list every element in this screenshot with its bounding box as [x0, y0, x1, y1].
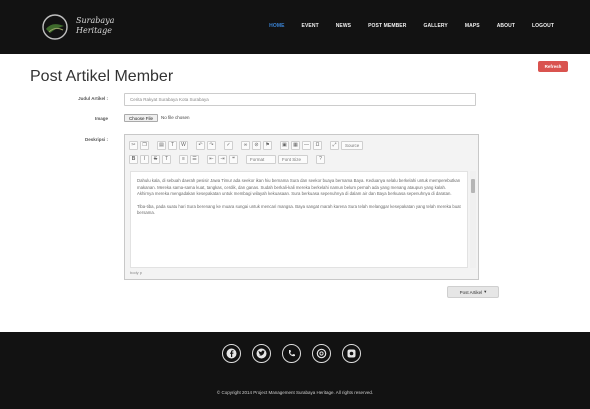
brand-line1: Surabaya [76, 16, 115, 25]
instagram-icon[interactable] [342, 344, 361, 363]
nav-news[interactable]: NEWS [336, 23, 351, 29]
post-artikel-button[interactable]: Post Artikel ▾ [447, 286, 499, 298]
editor-element-path: body p [130, 270, 143, 275]
brand-text: Surabaya Heritage [76, 16, 114, 36]
remove-format-icon[interactable]: T [162, 155, 171, 164]
choose-file-button[interactable]: Choose File [124, 114, 158, 122]
brand-line2: Heritage [76, 26, 112, 35]
italic-icon[interactable]: I [140, 155, 149, 164]
unlink-icon[interactable]: ⊘ [252, 141, 261, 150]
editor-content-area[interactable]: Dahulu kala, di sebuah daerah pesisir Ja… [130, 171, 468, 268]
top-navbar: Surabaya Heritage HOME EVENT NEWS POST M… [0, 0, 590, 54]
editor-scrollbar-thumb[interactable] [471, 179, 475, 193]
file-status: No file chosen [161, 115, 190, 120]
special-char-icon[interactable]: Ω [313, 141, 322, 150]
copy-icon[interactable]: ❐ [140, 141, 149, 150]
brand-logo[interactable]: Surabaya Heritage [40, 12, 150, 44]
nav-gallery[interactable]: GALLERY [423, 23, 447, 29]
twitter-icon[interactable] [252, 344, 271, 363]
post-artikel-label: Post Artikel [459, 289, 483, 295]
facebook-icon[interactable] [222, 344, 241, 363]
deskripsi-label: Deskripsi : [84, 137, 108, 142]
image-icon[interactable]: ▣ [280, 141, 289, 150]
copyright-text: © Copyright 2014 Project Management Sura… [216, 390, 374, 395]
format-select[interactable]: Format [246, 155, 276, 164]
indent-icon[interactable]: ⇥ [218, 155, 227, 164]
image-label: Image [94, 116, 108, 121]
editor-paragraph: Tiba-tiba, pada suatu hari Sura berenang… [137, 203, 461, 216]
rich-text-editor: ✂ ❐ ▤ T W ↶ ↷ ✓ ∞ ⊘ ⚑ ▣ ▦ — Ω ⤢ Source B… [124, 134, 479, 280]
maximize-icon[interactable]: ⤢ [330, 141, 339, 150]
cut-icon[interactable]: ✂ [129, 141, 138, 150]
nav-post-member[interactable]: POST MEMBER [368, 23, 406, 29]
logo-emblem-icon [42, 14, 68, 40]
footer: © Copyright 2014 Project Management Sura… [0, 332, 590, 409]
help-icon[interactable]: ? [316, 155, 325, 164]
source-button[interactable]: Source [341, 141, 364, 150]
nav-maps[interactable]: MAPS [465, 23, 480, 29]
anchor-icon[interactable]: ⚑ [263, 141, 272, 150]
outdent-icon[interactable]: ⇤ [207, 155, 216, 164]
main-nav: HOME EVENT NEWS POST MEMBER GALLERY MAPS… [269, 23, 554, 29]
refresh-button[interactable]: Refresh [538, 61, 568, 72]
blockquote-icon[interactable]: ❝ [229, 155, 238, 164]
paste-text-icon[interactable]: T [168, 141, 177, 150]
spellcheck-icon[interactable]: ✓ [224, 141, 233, 150]
strike-icon[interactable]: S [151, 155, 160, 164]
email-icon[interactable] [312, 344, 331, 363]
caret-down-icon: ▾ [484, 289, 487, 294]
paste-word-icon[interactable]: W [179, 141, 188, 150]
table-icon[interactable]: ▦ [291, 141, 300, 150]
redo-icon[interactable]: ↷ [207, 141, 216, 150]
bold-icon[interactable]: B [129, 155, 138, 164]
editor-toolbar-row-2: B I S T ≡ ☰ ⇤ ⇥ ❝ Format Font Size ? [129, 154, 325, 165]
nav-logout[interactable]: LOGOUT [532, 23, 554, 29]
judul-input[interactable]: Cerita Rakyat Surabaya Kota Surabaya [124, 93, 476, 106]
font-size-select[interactable]: Font Size [278, 155, 308, 164]
nav-event[interactable]: EVENT [302, 23, 319, 29]
undo-icon[interactable]: ↶ [196, 141, 205, 150]
nav-about[interactable]: ABOUT [497, 23, 515, 29]
numbered-list-icon[interactable]: ≡ [179, 155, 188, 164]
social-links [222, 344, 361, 363]
editor-scrollbar[interactable] [470, 171, 476, 268]
editor-toolbar-row-1: ✂ ❐ ▤ T W ↶ ↷ ✓ ∞ ⊘ ⚑ ▣ ▦ — Ω ⤢ Source [129, 140, 364, 151]
nav-home[interactable]: HOME [269, 23, 284, 29]
link-icon[interactable]: ∞ [241, 141, 250, 150]
paste-icon[interactable]: ▤ [157, 141, 166, 150]
judul-label: Judul Artikel : [78, 96, 108, 101]
bulleted-list-icon[interactable]: ☰ [190, 155, 199, 164]
page-title: Post Artikel Member [30, 68, 174, 85]
horizontal-line-icon[interactable]: — [302, 141, 311, 150]
editor-paragraph: Dahulu kala, di sebuah daerah pesisir Ja… [137, 178, 461, 197]
phone-icon[interactable] [282, 344, 301, 363]
